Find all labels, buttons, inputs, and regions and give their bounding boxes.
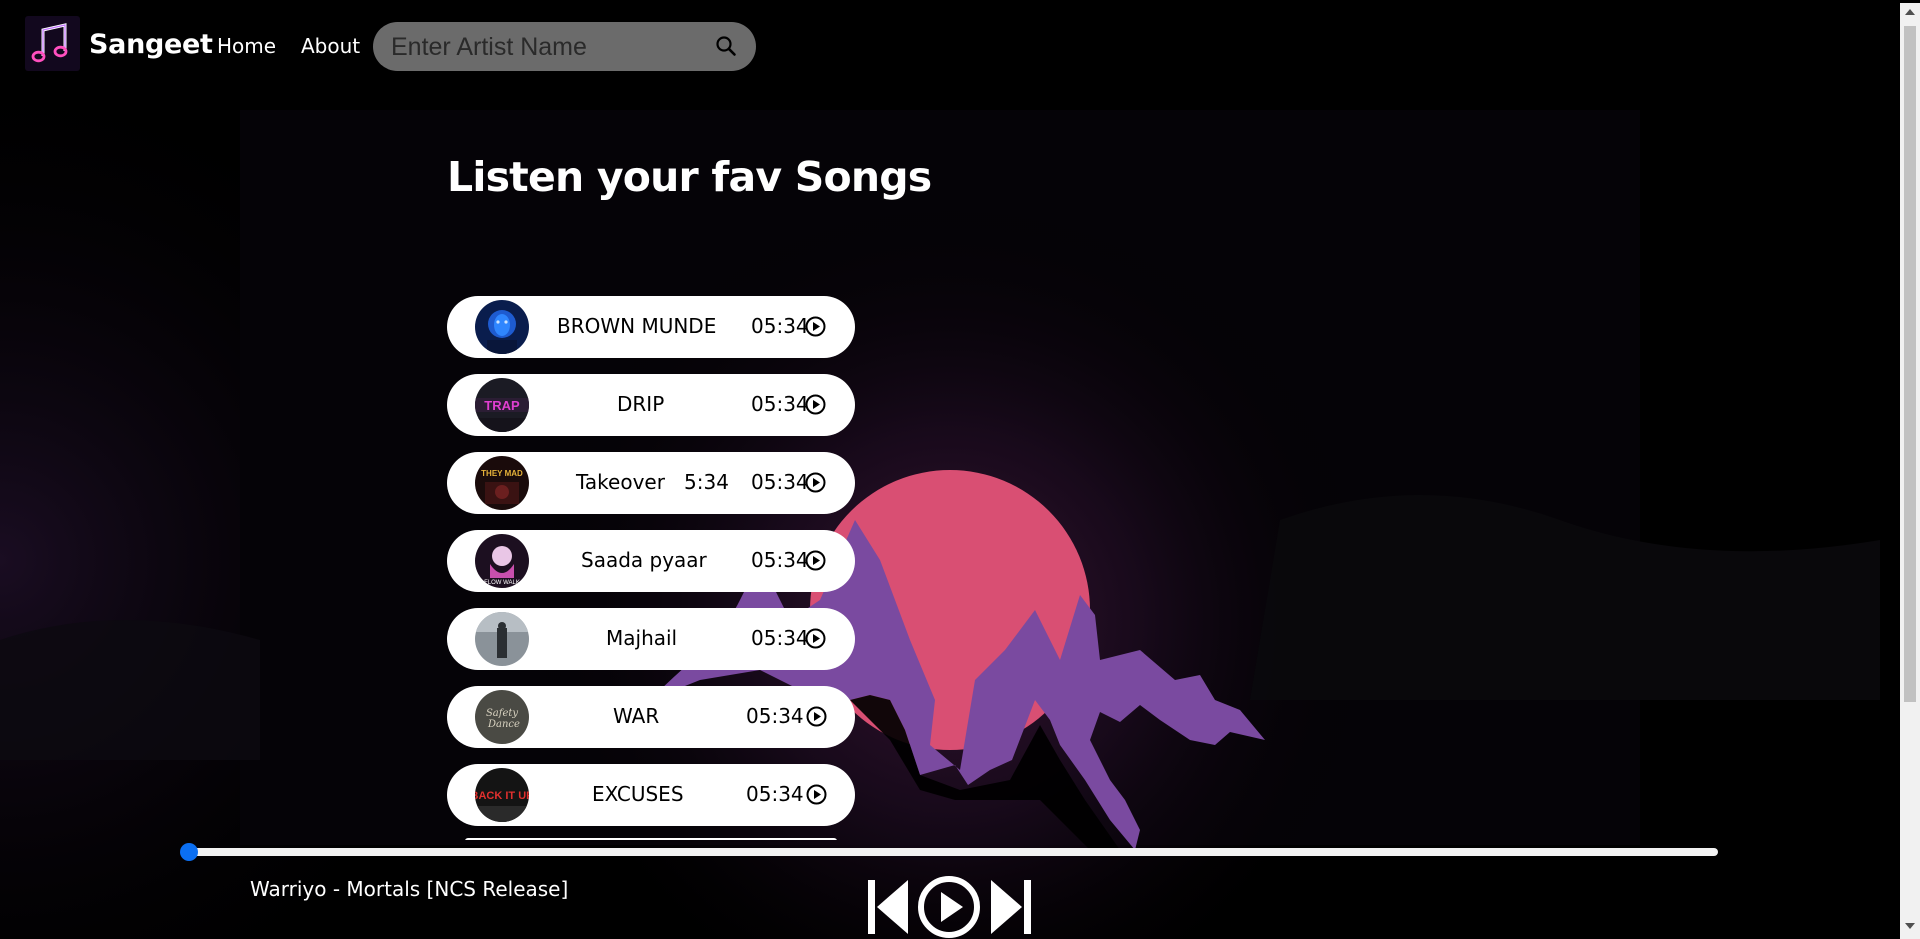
scroll-down-arrow-icon[interactable] — [1905, 923, 1915, 929]
now-playing-title: Warriyo - Mortals [NCS Release] — [250, 877, 569, 901]
background-illustration — [0, 0, 1920, 939]
song-cover-image: FLOW WALK — [475, 534, 529, 588]
song-duration: 05:34 — [746, 704, 804, 728]
song-progress-bar[interactable] — [190, 848, 1718, 856]
play-circle-icon[interactable] — [805, 550, 826, 571]
svg-text:FLOW WALK: FLOW WALK — [484, 580, 520, 586]
song-progress-thumb[interactable] — [180, 843, 198, 861]
song-duration: 05:34 — [751, 470, 809, 494]
brand-name[interactable]: Sangeet — [89, 29, 213, 60]
app-window: Sangeet Home About Listen your fav Songs — [0, 0, 1920, 939]
svg-text:Safety: Safety — [486, 708, 518, 719]
song-cover-image: BACK IT UP — [475, 768, 529, 822]
artist-search-input[interactable] — [389, 22, 703, 73]
song-name: Majhail — [606, 626, 678, 650]
search-icon — [716, 36, 736, 56]
play-circle-icon[interactable] — [806, 784, 827, 805]
song-item[interactable]: BROWN MUNDE 05:34 — [447, 296, 855, 358]
song-item[interactable]: Safety Dance WAR 05:34 — [447, 686, 855, 748]
nav-home-link[interactable]: Home — [217, 34, 276, 58]
song-name: DRIP — [617, 392, 665, 416]
play-pause-icon[interactable] — [917, 875, 981, 939]
music-note-logo-icon[interactable] — [25, 16, 80, 71]
song-item-partial[interactable] — [465, 838, 837, 840]
song-item[interactable]: TRAP DRIP 05:34 — [447, 374, 855, 436]
page-scrollbar[interactable] — [1900, 3, 1920, 939]
song-duration: 05:34 — [746, 782, 804, 806]
search-button[interactable] — [713, 33, 741, 61]
song-item[interactable]: BACK IT UP EXCUSES 05:34 — [447, 764, 855, 826]
song-list: BROWN MUNDE 05:34 TRAP DRIP 05:34 THEY M… — [447, 296, 857, 840]
artist-search — [373, 22, 756, 73]
song-duration: 05:34 — [751, 548, 809, 572]
song-cover-image: THEY MAD — [475, 456, 529, 510]
scrollbar-thumb[interactable] — [1904, 26, 1916, 702]
song-name: EXCUSES — [592, 782, 684, 806]
song-item[interactable]: THEY MAD Takeover 5:34 05:34 — [447, 452, 855, 514]
play-circle-icon[interactable] — [806, 706, 827, 727]
song-name: Takeover 5:34 — [576, 470, 729, 494]
svg-text:TRAP: TRAP — [484, 398, 520, 413]
song-cover-image — [475, 612, 529, 666]
song-name: WAR — [613, 704, 660, 728]
song-cover-image: TRAP — [475, 378, 529, 432]
song-duration: 05:34 — [751, 626, 809, 650]
song-cover-image — [475, 300, 529, 354]
song-item[interactable]: FLOW WALK Saada pyaar 05:34 — [447, 530, 855, 592]
nav-about-link[interactable]: About — [301, 34, 360, 58]
next-track-icon[interactable] — [989, 878, 1033, 936]
svg-text:Dance: Dance — [487, 719, 520, 730]
navbar: Sangeet Home About — [0, 3, 1900, 87]
play-circle-icon[interactable] — [805, 394, 826, 415]
song-cover-image: Safety Dance — [475, 690, 529, 744]
song-duration: 05:34 — [751, 314, 809, 338]
song-duration: 05:34 — [751, 392, 809, 416]
play-circle-icon[interactable] — [805, 472, 826, 493]
svg-text:BACK IT UP: BACK IT UP — [475, 790, 529, 802]
play-circle-icon[interactable] — [805, 628, 826, 649]
song-name: BROWN MUNDE — [557, 314, 717, 338]
play-circle-icon[interactable] — [805, 316, 826, 337]
previous-track-icon[interactable] — [866, 878, 910, 936]
song-item[interactable]: Majhail 05:34 — [447, 608, 855, 670]
song-name: Saada pyaar — [581, 548, 707, 572]
page-heading: Listen your fav Songs — [447, 153, 932, 201]
scroll-up-arrow-icon[interactable] — [1905, 9, 1915, 15]
svg-text:THEY MAD: THEY MAD — [481, 469, 523, 478]
